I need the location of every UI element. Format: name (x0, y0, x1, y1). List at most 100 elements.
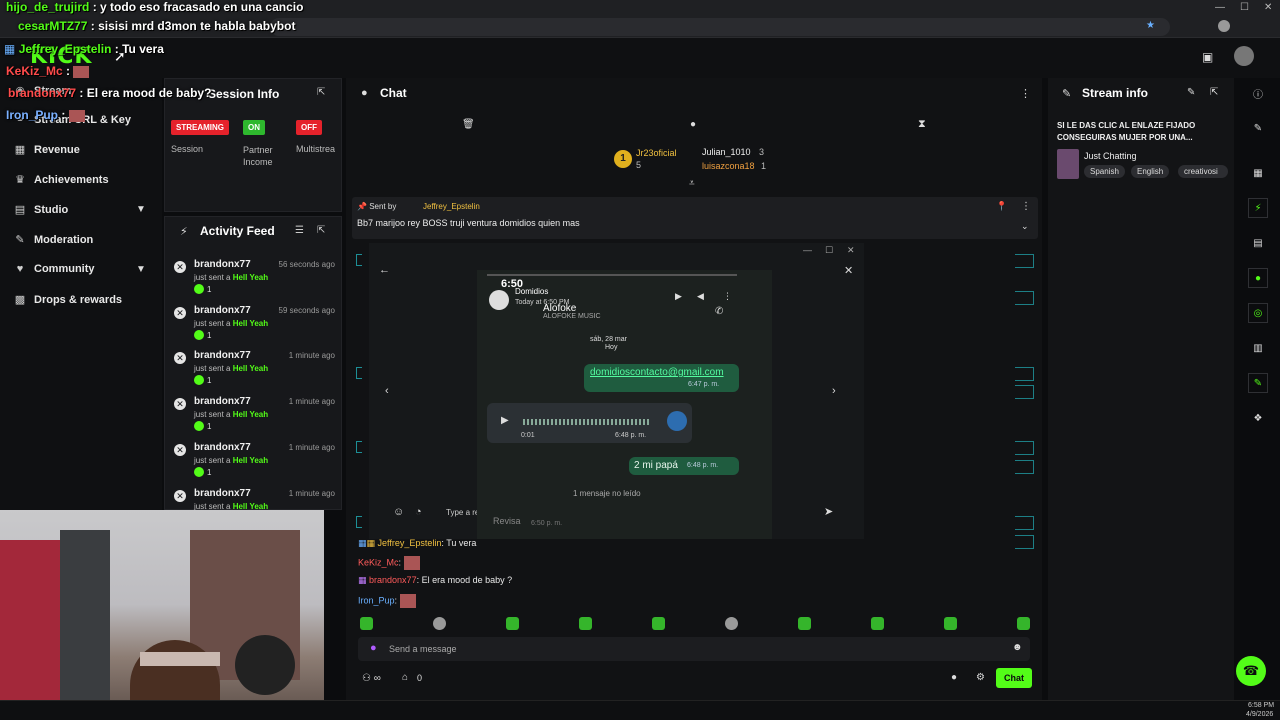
expand-leaderboard-icon[interactable]: ⩡ (689, 178, 695, 189)
emote-icon[interactable] (725, 617, 738, 630)
close-window-icon[interactable]: ✕ (1264, 2, 1272, 13)
feed-user[interactable]: brandonx77 (194, 442, 251, 453)
trash-icon[interactable]: 🗑 (462, 119, 475, 130)
mic-icon[interactable]: ● (370, 642, 377, 654)
category-name[interactable]: Just Chatting (1084, 151, 1137, 161)
leader-name[interactable]: Julian_1010 (702, 147, 751, 157)
feed-user[interactable]: brandonx77 (194, 305, 251, 316)
feed-user[interactable]: brandonx77 (194, 259, 251, 270)
more-options-icon[interactable]: ⋮ (723, 291, 732, 302)
pinned-user[interactable]: Jeffrey_Epstelin (423, 202, 480, 211)
feed-user[interactable]: brandonx77 (194, 396, 251, 407)
broadcast-icon[interactable]: ◎ (1248, 303, 1268, 323)
close-icon[interactable]: ✕ (174, 261, 186, 273)
close-icon[interactable]: ✕ (174, 307, 186, 319)
emoji-icon[interactable]: ☻ (1012, 642, 1023, 653)
send-chat-button[interactable]: Chat (996, 668, 1032, 688)
sidebar-item-revenue[interactable]: ▦ Revenue (14, 143, 80, 157)
chat-bubble-icon[interactable]: ● (951, 672, 957, 683)
chevron-down-icon[interactable]: ▼ (136, 204, 146, 215)
support-button[interactable]: ☎ (1236, 656, 1266, 686)
popout-icon[interactable]: ⇱ (317, 225, 325, 236)
star-icon[interactable]: ★ (1146, 20, 1155, 31)
sticker-icon[interactable]: ◔ (415, 506, 422, 518)
edit-icon[interactable]: ✎ (1187, 87, 1195, 98)
emote-icon[interactable] (798, 617, 811, 630)
next-arrow-icon[interactable]: › (832, 385, 836, 397)
chevron-down-icon[interactable]: ▼ (136, 264, 146, 275)
emote-icon[interactable] (944, 617, 957, 630)
user-avatar[interactable] (1234, 46, 1254, 66)
emote-icon[interactable] (871, 617, 884, 630)
layers-icon[interactable]: ▥ (1248, 338, 1268, 358)
chat-bubble-icon[interactable]: ● (1248, 268, 1268, 288)
emote-icon[interactable] (506, 617, 519, 630)
sidebar-item-moderation[interactable]: ✎ Moderation (14, 233, 93, 247)
infinity-icon[interactable]: ⚇ ∞ (362, 673, 381, 684)
maximize-icon[interactable]: ☐ (825, 245, 833, 256)
sidebar-item-community[interactable]: ♥ Community (14, 263, 95, 275)
tag[interactable]: creativosi (1178, 165, 1228, 178)
emote-icon[interactable] (579, 617, 592, 630)
minimize-icon[interactable]: — (803, 245, 812, 255)
tag[interactable]: Spanish (1084, 165, 1125, 178)
close-icon[interactable]: ✕ (174, 352, 186, 364)
emote-icon[interactable] (360, 617, 373, 630)
pen-icon[interactable]: ✎ (1248, 118, 1268, 138)
sidebar-item-studio[interactable]: ▤ Studio (14, 203, 68, 217)
close-icon[interactable]: ✕ (174, 398, 186, 410)
more-options-icon[interactable]: ⋮ (1021, 201, 1031, 212)
email-link[interactable]: domidioscontacto@gmail.com (590, 367, 724, 378)
chat-username[interactable]: Iron_Pup (358, 595, 395, 605)
send-icon[interactable]: ➤ (824, 505, 833, 518)
wrench-icon[interactable]: ✎ (1248, 373, 1268, 393)
pin-icon[interactable]: 📍 (996, 201, 1007, 212)
grid-icon[interactable]: ▦ (1248, 163, 1268, 183)
close-icon[interactable]: ✕ (847, 245, 855, 256)
leaderboard-rank-icon: 1 (614, 150, 632, 168)
document-icon[interactable]: ▤ (1248, 233, 1268, 253)
chat-username[interactable]: Jeffrey_Epstelin (378, 538, 442, 548)
maximize-icon[interactable]: ☐ (1240, 2, 1249, 13)
play-icon[interactable]: ▶ (501, 415, 509, 426)
chat-mode-icon[interactable]: ● (690, 119, 696, 130)
store-icon[interactable]: ⌂ (402, 672, 408, 683)
call-icon[interactable]: ✆ (715, 306, 723, 317)
chevron-down-icon[interactable]: ⌄ (1021, 221, 1029, 232)
close-icon[interactable]: ✕ (174, 444, 186, 456)
address-bar[interactable] (270, 18, 1170, 36)
feed-user[interactable]: brandonx77 (194, 488, 251, 499)
profile-avatar-icon[interactable] (1218, 20, 1230, 32)
popout-icon[interactable]: ⇱ (317, 87, 325, 98)
minimize-icon[interactable]: — (1215, 2, 1225, 13)
play-icon[interactable]: ▶ (675, 291, 682, 302)
emote-icon[interactable] (433, 617, 446, 630)
tag[interactable]: English (1131, 165, 1170, 178)
close-icon[interactable]: ✕ (174, 490, 186, 502)
community-icon[interactable]: ❖ (1248, 408, 1268, 428)
chat-username[interactable]: brandonx77 (369, 575, 417, 585)
lightning-icon[interactable]: ⚡ (1248, 198, 1268, 218)
feed-user[interactable]: brandonx77 (194, 350, 251, 361)
mute-icon[interactable]: ◀ (697, 291, 704, 302)
close-icon[interactable]: ✕ (844, 264, 853, 277)
emote-icon[interactable] (652, 617, 665, 630)
leader-name[interactable]: Jr23oficial (636, 148, 677, 158)
chat-username[interactable]: KeKiz_Mc (358, 557, 399, 567)
gear-icon[interactable]: ⚙ (976, 672, 985, 683)
prev-arrow-icon[interactable]: ‹ (385, 385, 389, 397)
more-options-icon[interactable]: ⋮ (1020, 87, 1031, 100)
category-thumbnail[interactable] (1057, 149, 1079, 179)
emoji-icon[interactable]: ☺ (393, 506, 404, 518)
emote-icon[interactable] (1017, 617, 1030, 630)
leader-name[interactable]: luisazcona18 (702, 161, 755, 171)
sidebar-item-drops[interactable]: ▩ Drops & rewards (14, 293, 122, 307)
chat-input[interactable]: ● Send a message ☻ (358, 637, 1030, 661)
gift-icon[interactable]: ▣ (1202, 50, 1213, 64)
sidebar-item-achievements[interactable]: ♛ Achievements (14, 173, 109, 187)
filter-icon[interactable]: ☰ (295, 225, 304, 236)
back-arrow-icon[interactable]: ← (379, 264, 390, 276)
popout-icon[interactable]: ⇱ (1210, 87, 1218, 98)
hourglass-icon[interactable]: ⧗ (918, 118, 926, 131)
info-icon[interactable]: ⓘ (1248, 83, 1268, 103)
